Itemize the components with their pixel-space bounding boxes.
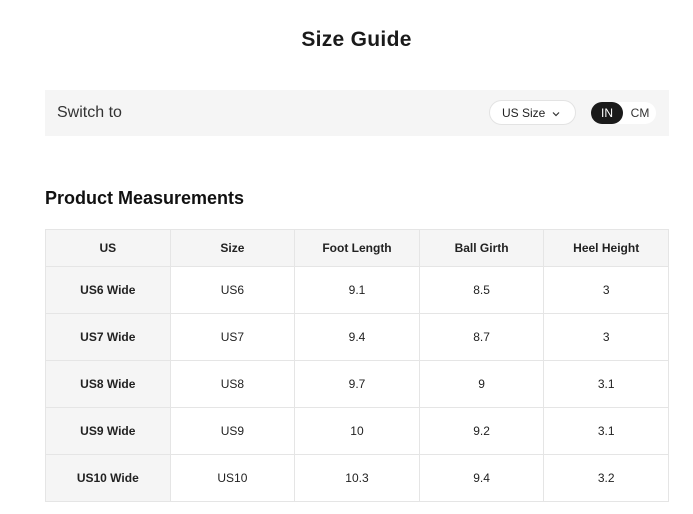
- switch-label: Switch to: [57, 104, 122, 121]
- table-cell: 9.4: [294, 313, 420, 361]
- table-cell: 9.7: [294, 360, 420, 408]
- column-header-us: US: [45, 229, 171, 267]
- table-cell: 3: [543, 266, 669, 314]
- column-header-ball-girth: Ball Girth: [418, 229, 545, 267]
- table-cell: 10: [294, 407, 420, 455]
- table-cell: US7: [169, 313, 296, 361]
- table-header-row: US Size Foot Length Ball Girth Heel Heig…: [45, 229, 669, 267]
- table-cell: 3: [543, 313, 669, 361]
- row-label: US7 Wide: [45, 313, 171, 361]
- table-row: US10 Wide US10 10.3 9.4 3.2: [45, 454, 669, 502]
- row-label: US6 Wide: [45, 266, 171, 314]
- table-cell: US6: [169, 266, 296, 314]
- table-cell: 3.1: [543, 360, 669, 408]
- table-row: US8 Wide US8 9.7 9 3.1: [45, 360, 669, 408]
- unit-in-button[interactable]: IN: [591, 102, 623, 124]
- column-header-heel-height: Heel Height: [543, 229, 669, 267]
- table-cell: US10: [169, 454, 296, 502]
- switch-bar: Switch to US Size IN CM: [45, 90, 669, 136]
- table-cell: 3.1: [543, 407, 669, 455]
- unit-toggle: IN CM: [591, 102, 656, 124]
- row-label: US9 Wide: [45, 407, 171, 455]
- table-cell: 9: [418, 360, 545, 408]
- table-cell: 8.5: [418, 266, 545, 314]
- table-cell: 9.2: [418, 407, 545, 455]
- column-header-foot-length: Foot Length: [294, 229, 420, 267]
- row-label: US10 Wide: [45, 454, 171, 502]
- row-label: US8 Wide: [45, 360, 171, 408]
- table-row: US9 Wide US9 10 9.2 3.1: [45, 407, 669, 455]
- table-row: US6 Wide US6 9.1 8.5 3: [45, 266, 669, 314]
- page-title: Size Guide: [301, 28, 412, 51]
- size-system-value: US Size: [502, 105, 546, 120]
- table-cell: 8.7: [418, 313, 545, 361]
- column-header-size: Size: [169, 229, 296, 267]
- chevron-down-icon: [551, 108, 561, 118]
- table-cell: US9: [169, 407, 296, 455]
- size-system-select[interactable]: US Size: [489, 100, 576, 125]
- table-row: US7 Wide US7 9.4 8.7 3: [45, 313, 669, 361]
- table-cell: 9.1: [294, 266, 420, 314]
- unit-cm-button[interactable]: CM: [625, 102, 655, 124]
- table-cell: 10.3: [294, 454, 420, 502]
- table-cell: 3.2: [543, 454, 669, 502]
- measurements-table: US Size Foot Length Ball Girth Heel Heig…: [45, 229, 669, 502]
- table-cell: 9.4: [418, 454, 545, 502]
- section-title: Product Measurements: [45, 188, 245, 208]
- table-cell: US8: [169, 360, 296, 408]
